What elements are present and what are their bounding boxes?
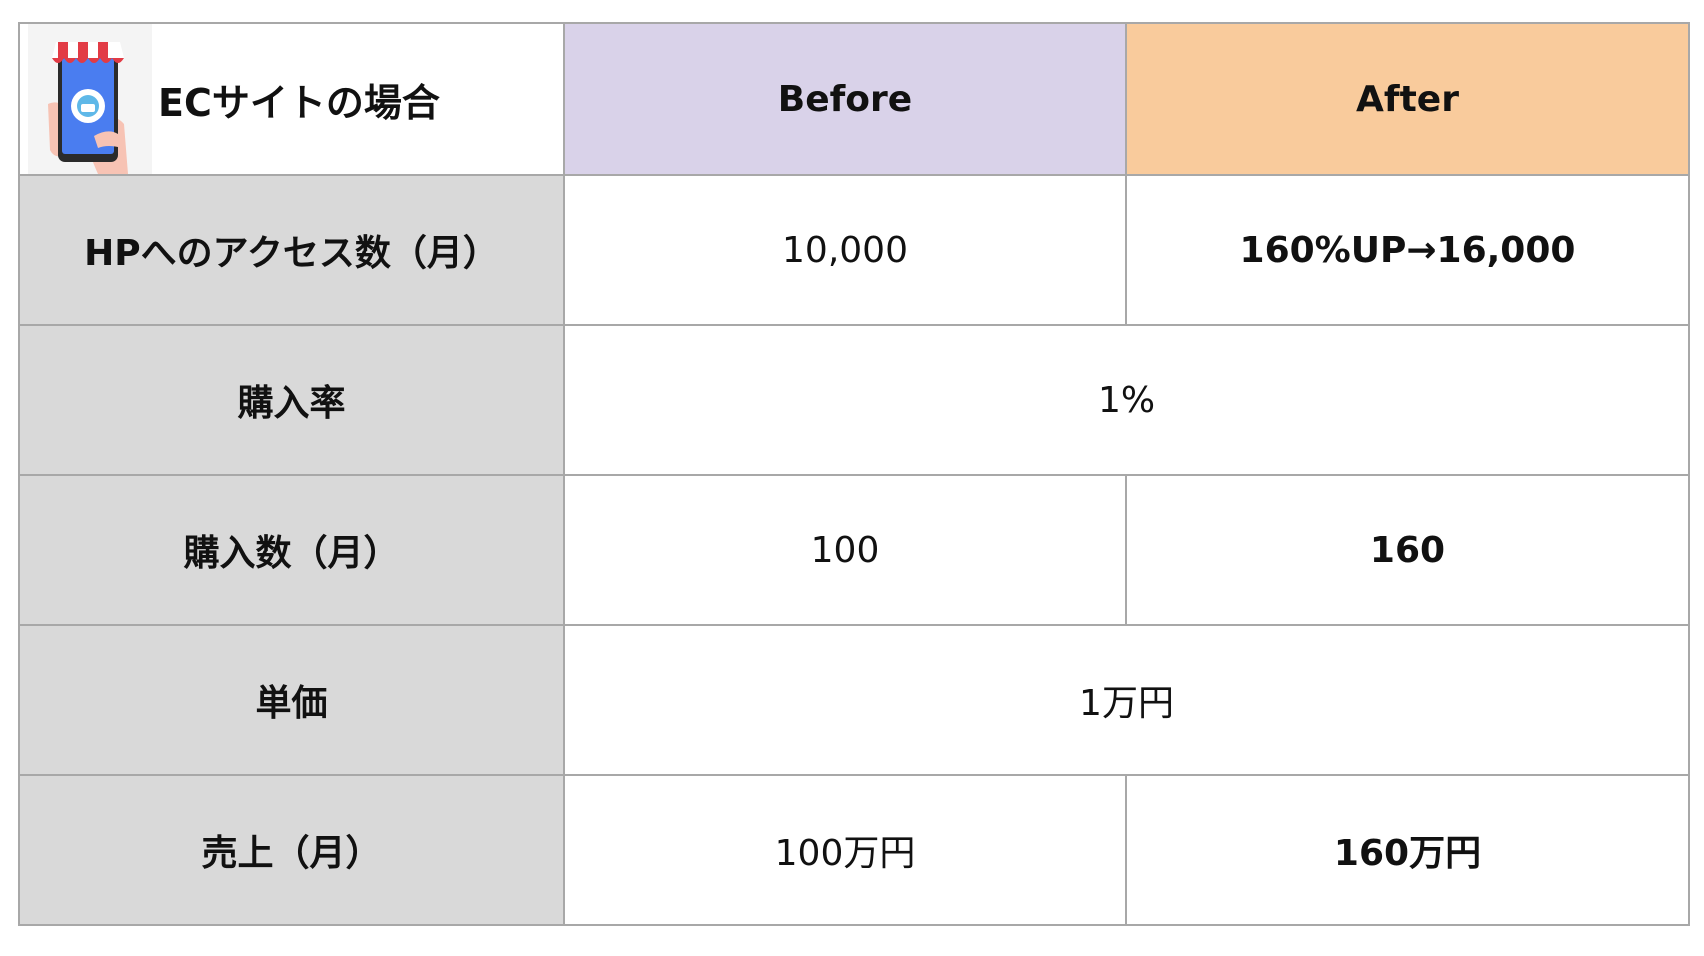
row-label-purchase-rate: 購入率 — [18, 324, 565, 476]
after-value-access: 160%UP→16,000 — [1125, 174, 1690, 326]
header-row: ECサイトの場合 Before After — [18, 22, 1690, 176]
table-row: 単価 1万円 — [18, 624, 1690, 776]
row-label-sales: 売上（月） — [18, 774, 565, 926]
row-label-purchases: 購入数（月） — [18, 474, 565, 626]
table-row: 売上（月） 100万円 160万円 — [18, 774, 1690, 926]
table-title: ECサイトの場合 — [158, 80, 440, 125]
row-label-unit-price: 単価 — [18, 624, 565, 776]
after-value-purchases: 160 — [1125, 474, 1690, 626]
shop-smartphone-icon — [28, 24, 152, 174]
table-row: 購入数（月） 100 160 — [18, 474, 1690, 626]
before-column-header: Before — [563, 22, 1127, 176]
before-value-sales: 100万円 — [563, 774, 1127, 926]
header-label-cell: ECサイトの場合 — [18, 22, 565, 176]
before-value-access: 10,000 — [563, 174, 1127, 326]
merged-value-unit-price: 1万円 — [563, 624, 1690, 776]
merged-value-purchase-rate: 1% — [563, 324, 1690, 476]
after-column-header: After — [1125, 22, 1690, 176]
comparison-table: ECサイトの場合 Before After HPへのアクセス数（月） 10,00… — [18, 22, 1690, 926]
table-row: HPへのアクセス数（月） 10,000 160%UP→16,000 — [18, 174, 1690, 326]
before-value-purchases: 100 — [563, 474, 1127, 626]
row-label-access: HPへのアクセス数（月） — [18, 174, 565, 326]
table-row: 購入率 1% — [18, 324, 1690, 476]
after-value-sales: 160万円 — [1125, 774, 1690, 926]
